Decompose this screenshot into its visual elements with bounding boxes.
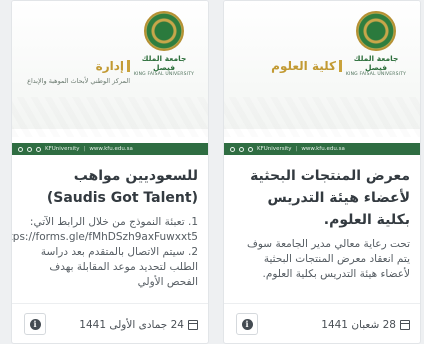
news-card[interactable]: جامعة الملك فيصل KING FAISAL UNIVERSITY … <box>223 0 421 344</box>
logo-arabic-text: جامعة الملك فيصل <box>141 54 187 72</box>
social-icon <box>239 146 244 152</box>
info-button[interactable]: i <box>24 313 46 335</box>
banner-footer-bar: KFUniversity | www.kfu.edu.sa <box>12 143 208 155</box>
university-logo: جامعة الملك فيصل KING FAISAL UNIVERSITY <box>344 11 408 95</box>
card-divider <box>224 303 420 304</box>
news-card[interactable]: جامعة الملك فيصل KING FAISAL UNIVERSITY … <box>11 0 209 344</box>
department-heading: كلية العلوم <box>271 59 342 73</box>
date-text: 28 شعبان 1441 <box>321 319 396 331</box>
social-handle: KFUniversity <box>45 146 80 152</box>
info-icon: i <box>29 318 41 330</box>
logo-arabic-text: جامعة الملك فيصل <box>353 54 399 72</box>
social-icon <box>18 146 23 152</box>
calendar-icon <box>400 320 410 330</box>
card-excerpt: 1. تعبئة النموذج من خلال الرابط الآتي: h… <box>11 216 198 288</box>
department-subtitle: المركز الوطني لأبحاث الموهبة والإبداع <box>27 77 130 85</box>
social-handle: KFUniversity <box>257 146 292 152</box>
info-button[interactable]: i <box>236 313 258 335</box>
banner-footer-bar: KFUniversity | www.kfu.edu.sa <box>224 143 420 155</box>
university-seal-icon <box>144 11 184 51</box>
accent-bar <box>339 60 342 72</box>
date-text: 24 جمادى الأولى 1441 <box>79 319 184 331</box>
separator: | <box>83 146 86 152</box>
department-title: كلية العلوم <box>271 59 336 73</box>
card-title[interactable]: معرض المنتجات البحثية لأعضاء هيئة التدري… <box>234 165 410 231</box>
card-title[interactable]: للسعوديين مواهب (Saudis Got Talent) <box>22 165 198 209</box>
social-icon <box>248 146 253 152</box>
info-icon: i <box>241 318 253 330</box>
card-divider <box>12 303 208 304</box>
website-text: www.kfu.edu.sa <box>301 146 345 152</box>
card-banner-image: جامعة الملك فيصل KING FAISAL UNIVERSITY … <box>12 1 208 137</box>
social-icon <box>36 146 41 152</box>
department-title: إدارة <box>95 59 124 73</box>
accent-bar <box>127 60 130 72</box>
card-date: 28 شعبان 1441 <box>321 319 410 331</box>
website-text: www.kfu.edu.sa <box>89 146 133 152</box>
social-icon <box>230 146 235 152</box>
university-seal-icon <box>356 11 396 51</box>
department-heading: إدارة <box>96 59 130 73</box>
card-date: 24 جمادى الأولى 1441 <box>79 319 198 331</box>
calendar-icon <box>188 320 198 330</box>
logo-english-text: KING FAISAL UNIVERSITY <box>345 72 407 77</box>
separator: | <box>295 146 298 152</box>
university-logo: جامعة الملك فيصل KING FAISAL UNIVERSITY <box>132 11 196 95</box>
social-icon <box>27 146 32 152</box>
logo-english-text: KING FAISAL UNIVERSITY <box>133 72 195 77</box>
card-banner-image: جامعة الملك فيصل KING FAISAL UNIVERSITY … <box>224 1 420 137</box>
card-excerpt: تحت رعاية معالي مدير الجامعة سوف يتم انع… <box>247 238 410 280</box>
